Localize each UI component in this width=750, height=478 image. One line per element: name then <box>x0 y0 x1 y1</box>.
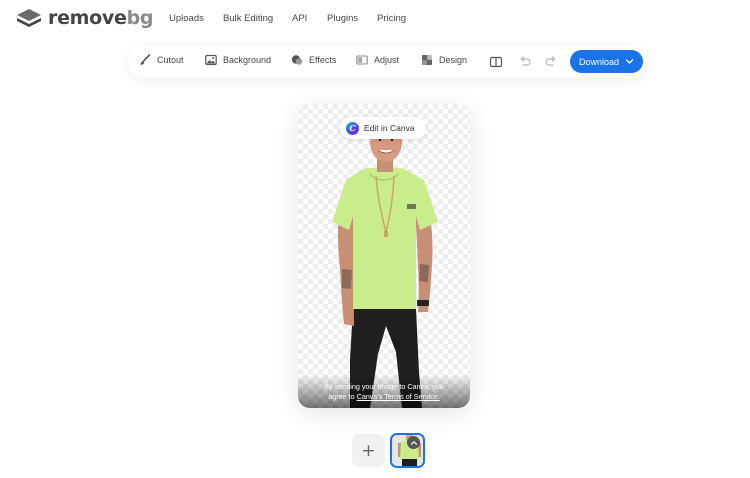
top-nav: removebg Uploads Bulk Editing API Plugin… <box>0 0 750 38</box>
edit-in-canva-button[interactable]: C Edit in Canva <box>340 117 426 139</box>
tool-design[interactable]: Design <box>421 54 467 66</box>
nav-link-bulk-editing[interactable]: Bulk Editing <box>223 13 273 24</box>
adjust-icon <box>356 55 368 65</box>
logo[interactable]: removebg <box>16 7 153 29</box>
chevron-down-icon[interactable] <box>625 57 634 66</box>
tool-adjust[interactable]: Adjust <box>356 54 399 66</box>
tool-label: Effects <box>309 55 337 65</box>
compare-icon[interactable] <box>489 55 503 69</box>
terms-line-2: agree to Canva's Terms of Service. <box>328 392 440 401</box>
download-label: Download <box>579 56 620 67</box>
terms-link[interactable]: Canva's Terms of Service. <box>357 392 440 401</box>
nav-link-api[interactable]: API <box>292 13 307 24</box>
tool-label: Adjust <box>374 55 400 65</box>
design-icon <box>422 55 432 65</box>
terms-line-1: By sending your image to Canva, you <box>324 382 444 391</box>
add-image-button[interactable]: + <box>352 434 385 467</box>
tool-background[interactable]: Background <box>205 54 271 66</box>
nav-link-uploads[interactable]: Uploads <box>169 13 204 24</box>
effects-icon <box>291 55 303 65</box>
editor-toolbar: Cutout Background Effects Adjust Design … <box>128 46 646 78</box>
tool-cutout[interactable]: Cutout <box>139 54 184 66</box>
canva-terms-notice: By sending your image to Canva, you agre… <box>298 374 470 408</box>
image-icon <box>205 54 217 66</box>
nav-link-plugins[interactable]: Plugins <box>327 13 358 24</box>
nav-link-pricing[interactable]: Pricing <box>377 13 406 24</box>
plus-icon: + <box>361 440 376 461</box>
brush-icon <box>140 54 151 65</box>
tool-effects[interactable]: Effects <box>291 54 336 66</box>
canva-logo-icon: C <box>346 121 359 135</box>
chevron-up-icon <box>410 440 417 445</box>
logo-icon <box>17 9 41 27</box>
tool-label: Design <box>439 55 468 65</box>
download-button[interactable]: Download <box>570 50 643 73</box>
cutout-person-image <box>332 118 438 408</box>
image-preview[interactable]: C Edit in Canva By sending your image to… <box>298 104 470 408</box>
undo-icon[interactable] <box>518 55 532 69</box>
logo-text: removebg <box>48 7 154 29</box>
redo-icon[interactable] <box>544 55 558 69</box>
edit-in-canva-label: Edit in Canva <box>364 123 415 133</box>
tool-label: Background <box>223 55 272 65</box>
tool-label: Cutout <box>157 55 184 65</box>
remove-thumbnail-button[interactable] <box>407 436 420 449</box>
